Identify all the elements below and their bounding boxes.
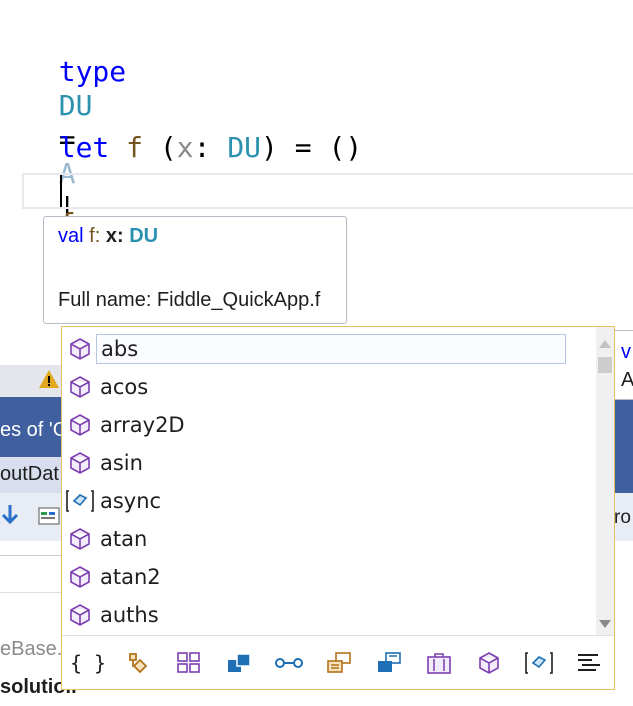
completion-items[interactable]: abs acos array2D asin async atan atan2 a… (62, 327, 598, 635)
background-field-text: outDat (0, 463, 59, 485)
completion-item-label: acos (100, 375, 149, 399)
list-item[interactable]: atan2 (62, 558, 598, 596)
list-item[interactable]: auths (62, 596, 598, 634)
completion-item-label: auths (100, 603, 159, 627)
background-separator-2 (0, 592, 62, 593)
namespace-braces-icon[interactable]: { } (62, 643, 114, 683)
completion-list[interactable]: abs acos array2D asin async atan atan2 a… (61, 326, 615, 690)
list-item[interactable]: asin (62, 444, 598, 482)
tooltip-signature: val f: x: DU (58, 225, 158, 248)
unit-value: () (328, 131, 363, 164)
tooltip-keyword: val (58, 225, 84, 247)
code-line-2[interactable]: let f (x: DU) = () (25, 97, 362, 165)
class-icon[interactable] (114, 643, 164, 683)
completion-scrollbar[interactable] (596, 327, 614, 635)
property-icon[interactable] (514, 643, 564, 683)
background-right-strip (614, 397, 633, 493)
scroll-down-icon[interactable] (599, 615, 611, 633)
snippet-icon[interactable] (564, 643, 614, 683)
method-icon[interactable] (464, 643, 514, 683)
equals-sign-2: = (294, 131, 312, 164)
quick-info-tooltip: val f: x: DU Full name: Fiddle_QuickApp.… (43, 216, 347, 324)
background-file-label: eBase.C (0, 634, 77, 664)
tooltip-type: DU (129, 225, 159, 247)
open-paren: ( (159, 131, 177, 164)
event-icon[interactable] (414, 643, 464, 683)
function-name: f (126, 131, 144, 164)
text-caret (60, 175, 62, 207)
enum-icon[interactable] (314, 643, 364, 683)
side-tooltip-a: A (621, 369, 633, 391)
scroll-thumb[interactable] (598, 357, 612, 373)
value-cube-icon (66, 563, 94, 591)
background-panel-header (0, 365, 62, 397)
structure-icon[interactable] (214, 643, 264, 683)
completion-item-label: asin (100, 451, 143, 475)
tooltip-name: f: (89, 225, 101, 247)
value-cube-icon (66, 411, 94, 439)
completion-item-label: abs (96, 334, 566, 364)
scroll-up-icon[interactable] (599, 335, 611, 353)
keyword-let: let (58, 131, 110, 164)
value-cube-icon (66, 525, 94, 553)
completion-item-label: array2D (100, 413, 185, 437)
close-paren: ) (261, 131, 278, 164)
list-item[interactable]: abs (62, 330, 598, 368)
background-right-text: ro (614, 507, 631, 528)
colon: : (193, 131, 211, 164)
background-tab-text: es of 'G (0, 419, 69, 441)
tooltip-param: x: (105, 225, 124, 247)
arrow-down-icon (0, 503, 20, 532)
value-cube-icon (66, 335, 94, 363)
completion-item-label: async (100, 489, 162, 513)
background-right-toolbar: ro (614, 493, 633, 541)
side-tooltip: v A (614, 330, 633, 400)
background-tab-strip: es of 'G (0, 397, 68, 457)
tooltip-full-name: Full name: Fiddle_QuickApp.f (58, 289, 321, 311)
completion-filter-bar: { } (62, 635, 614, 690)
grid-icon (38, 507, 62, 532)
list-item[interactable]: async (62, 482, 598, 520)
keyword-snippet-icon (66, 487, 94, 515)
warning-icon (38, 368, 60, 395)
interface-icon[interactable] (264, 643, 314, 683)
namespace-braces-text: { } (69, 651, 107, 675)
param-type: DU (227, 131, 262, 164)
background-solution-label: solutio.. (0, 672, 77, 702)
background-field-bar: outDat (0, 457, 62, 493)
current-line-highlight (22, 173, 633, 209)
completion-item-label: atan2 (100, 565, 161, 589)
completion-item-label: atan (100, 527, 148, 551)
list-item[interactable]: acos (62, 368, 598, 406)
value-cube-icon (66, 373, 94, 401)
value-cube-icon (66, 601, 94, 629)
module-icon[interactable] (164, 643, 214, 683)
param-name: x (176, 131, 194, 164)
background-separator (0, 555, 62, 556)
delegate-icon[interactable] (364, 643, 414, 683)
list-item[interactable]: atan (62, 520, 598, 558)
value-cube-icon (66, 449, 94, 477)
background-toolbar (0, 493, 62, 541)
keyword-type: type (58, 55, 127, 88)
side-tooltip-v: v (621, 341, 631, 363)
list-item[interactable]: array2D (62, 406, 598, 444)
